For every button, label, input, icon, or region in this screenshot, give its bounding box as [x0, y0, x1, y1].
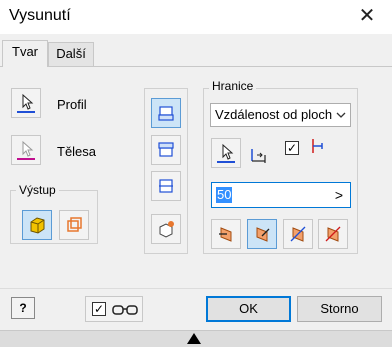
- limit-mode-4-button[interactable]: [318, 219, 348, 249]
- solids-select-button[interactable]: [11, 135, 41, 165]
- ok-button[interactable]: OK: [206, 296, 291, 322]
- asymmetric-extrude-icon: [159, 221, 174, 238]
- limit-mode-2-button[interactable]: [247, 219, 277, 249]
- direction-default-button[interactable]: [151, 98, 181, 128]
- chevron-down-icon[interactable]: [332, 104, 350, 126]
- glasses-icon[interactable]: [110, 302, 140, 316]
- tab-tvar[interactable]: Tvar: [2, 40, 48, 67]
- profile-label: Profil: [57, 97, 87, 112]
- face-arrow-icon: [325, 226, 341, 242]
- close-icon[interactable]: ✕: [355, 5, 379, 29]
- face-arrow-icon: [290, 226, 306, 242]
- extend-face-icon[interactable]: [308, 137, 328, 157]
- offset-measure-icon[interactable]: [249, 145, 269, 165]
- cursor-icon: [17, 140, 35, 160]
- cursor-icon: [217, 143, 235, 163]
- solid-cube-icon: [30, 217, 45, 234]
- distance-value[interactable]: 50: [216, 187, 233, 203]
- limits-group-title: Hranice: [209, 79, 257, 93]
- direction-symmetric-button[interactable]: [151, 171, 181, 201]
- help-button[interactable]: ?: [11, 297, 35, 319]
- output-group-title: Výstup: [16, 183, 59, 197]
- profile-select-button[interactable]: [11, 88, 41, 118]
- limit-face-select-button[interactable]: [211, 138, 241, 168]
- cancel-button[interactable]: Storno: [297, 296, 382, 322]
- limit-option-checkbox[interactable]: ✓: [285, 141, 299, 155]
- tab-strip-border: [0, 66, 392, 67]
- output-solid-button[interactable]: [22, 210, 52, 240]
- direction-asymmetric-button[interactable]: [151, 214, 181, 244]
- output-surface-button[interactable]: [59, 210, 89, 240]
- solids-label: Tělesa: [57, 144, 97, 159]
- surface-cube-icon: [67, 217, 82, 232]
- direction-symmetric-icon: [159, 179, 173, 193]
- direction-default-icon: [158, 106, 174, 121]
- distance-arrow-button[interactable]: >: [330, 185, 348, 205]
- face-arrow-icon: [256, 227, 270, 242]
- limit-mode-3-button[interactable]: [283, 219, 313, 249]
- face-arrow-icon: [219, 227, 232, 242]
- collapse-triangle-icon[interactable]: [187, 333, 201, 344]
- preview-checkbox[interactable]: ✓: [92, 302, 106, 316]
- limit-mode-1-button[interactable]: [211, 219, 241, 249]
- window-title: Vysunutí: [9, 7, 71, 24]
- direction-flipped-icon: [158, 142, 174, 157]
- cursor-icon: [17, 93, 35, 113]
- direction-flipped-button[interactable]: [151, 135, 181, 165]
- tab-dalsi[interactable]: Další: [48, 42, 94, 66]
- footer-separator: [0, 288, 392, 289]
- extent-dropdown[interactable]: Vzdálenost od ploch: [210, 103, 351, 127]
